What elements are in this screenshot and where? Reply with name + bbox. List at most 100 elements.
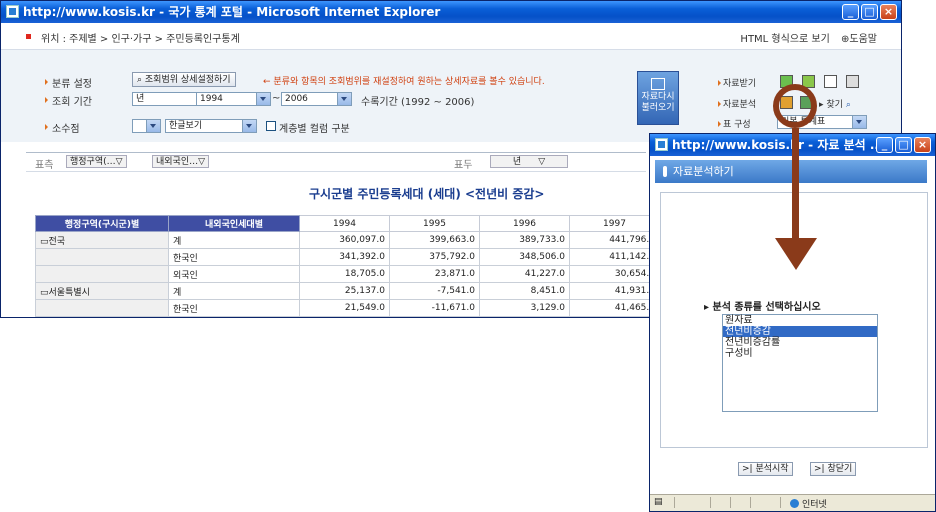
cell-nationality: 계 (168, 282, 300, 300)
table-row: ▭전국 계 360,097.0 399,663.0 389,733.0 441,796.0 (35, 231, 660, 249)
col-pivot-label: 표두 (454, 160, 473, 171)
header-bar-icon (663, 166, 667, 177)
view-mode-select[interactable]: 한글보기 (165, 119, 257, 133)
table-row: 외국인 18,705.0 23,871.0 41,227.0 30,654.0 (35, 265, 660, 283)
status-divider (674, 497, 675, 508)
popup-maximize-button[interactable]: □ (895, 137, 912, 153)
status-bar: ▤ 인터넷 (650, 494, 935, 511)
help-link[interactable]: ⊕도움말 (841, 34, 877, 45)
cell-value: 411,142.0 (569, 248, 660, 266)
analysis-type-listbox[interactable]: 원자료 전년비증감 전년비증감률 구성비 (722, 314, 878, 412)
listbox-option[interactable]: 전년비증감 (723, 326, 877, 337)
cell-value: 23,871.0 (389, 265, 480, 283)
col-chip-arrow: ▽ (538, 157, 546, 167)
cell-value: 348,506.0 (479, 248, 570, 266)
status-divider (730, 497, 731, 508)
bullet-arrow-icon (718, 101, 721, 107)
decimal-label: 소수점 (52, 124, 80, 135)
print-icon[interactable] (846, 75, 859, 88)
row-chip-region[interactable]: 행정구역(…▽ (66, 155, 127, 168)
cell-nationality: 한국인 (168, 299, 300, 317)
column-header-region[interactable]: 행정구역(구시군)별 (35, 215, 169, 232)
maximize-button[interactable]: □ (861, 4, 878, 20)
table-row: 한국인 21,549.0 -11,671.0 3,129.0 41,465.0 (35, 299, 660, 317)
cell-value: 341,392.0 (299, 248, 390, 266)
cell-value: 8,451.0 (479, 282, 570, 300)
period-from-select[interactable]: 1994 (196, 92, 271, 106)
bullet-arrow-icon (718, 121, 721, 127)
detail-range-button[interactable]: ⌕ 조회범위 상세설정하기 (132, 72, 236, 87)
minimize-button[interactable]: _ (842, 4, 859, 20)
cell-nationality: 계 (168, 231, 300, 249)
period-to-value: 2006 (285, 94, 308, 104)
bullet-arrow-icon (718, 80, 721, 86)
popup-close-button[interactable]: × (914, 137, 931, 153)
period-from-value: 1994 (200, 94, 223, 104)
classification-label: 분류 설정 (52, 79, 92, 90)
data-table: 행정구역(구시군)별 내외국인세대별 1994 1995 1996 1997 ▭… (35, 215, 660, 317)
close-window-button[interactable]: >| 창닫기 (810, 462, 857, 476)
cell-value: -7,541.0 (389, 282, 480, 300)
close-button[interactable]: × (880, 4, 897, 20)
cell-value: 360,097.0 (299, 231, 390, 249)
column-header-year[interactable]: 1995 (389, 215, 480, 232)
highlight-arrow-stem (792, 128, 799, 240)
period-to-select[interactable]: 2006 (281, 92, 352, 106)
cell-value: 441,796.0 (569, 231, 660, 249)
start-analysis-button[interactable]: >| 분석시작 (738, 462, 793, 476)
cell-value: 41,931.0 (569, 282, 660, 300)
find-link[interactable]: ▸ 찾기 ⌕ (819, 97, 851, 110)
ie-icon (655, 138, 668, 151)
popup-header-title: 자료분석하기 (673, 165, 734, 178)
cell-region (35, 299, 169, 317)
magnifier-icon: ⌕ (845, 100, 851, 110)
layout-label: 표 구성 (723, 120, 751, 130)
ie-icon (6, 5, 19, 18)
decimal-select[interactable] (132, 119, 161, 133)
start-analysis-label: 분석시작 (755, 464, 789, 474)
col-chip-year[interactable]: 년 ▽ (490, 155, 568, 168)
reload-data-button[interactable]: 자료다시 불러오기 (637, 71, 679, 125)
detail-note: ← 분류와 항목의 조회범위를 재설정하여 원하는 상세자료를 볼수 있습니다. (263, 77, 545, 87)
listbox-option[interactable]: 전년비증감률 (723, 337, 877, 348)
help-label: 도움말 (849, 34, 877, 45)
bullet-arrow-icon (45, 124, 48, 130)
html-view-link[interactable]: HTML 형식으로 보기 (740, 34, 829, 45)
period-info: 수록기간 (1992 ~ 2006) (361, 97, 475, 108)
highlight-arrow-head-icon (775, 238, 817, 270)
status-divider (750, 497, 751, 508)
data-download-link[interactable]: 자료받기 (723, 76, 756, 89)
column-header-nationality[interactable]: 내외국인세대별 (168, 215, 300, 232)
listbox-option[interactable]: 구성비 (723, 348, 877, 359)
status-divider (780, 497, 781, 508)
col-chip-label: 년 (512, 157, 522, 167)
page-icon: ▤ (654, 497, 663, 507)
row-chip-nationality[interactable]: 내외국인…▽ (152, 155, 210, 168)
table-title: 구시군별 주민등록세대 (세대) <전년비 증감> (309, 187, 545, 201)
row-pivot-label: 표측 (35, 160, 54, 171)
hierarchy-checkbox[interactable] (266, 121, 276, 131)
chevron-down-icon (256, 93, 270, 105)
period-unit-value: 년 (136, 94, 145, 104)
globe-icon (790, 499, 799, 508)
highlight-circle (773, 84, 817, 128)
data-analysis-link[interactable]: 자료분석 (723, 97, 756, 110)
query-control-panel: 분류 설정 ⌕ 조회범위 상세설정하기 ← 분류와 항목의 조회범위를 재설정하… (1, 50, 901, 142)
column-header-year[interactable]: 1997 (569, 215, 660, 232)
popup-minimize-button[interactable]: _ (876, 137, 893, 153)
analysis-prompt-text: 분석 종류를 선택하십시오 (712, 302, 821, 313)
cell-nationality: 외국인 (168, 265, 300, 283)
column-header-year[interactable]: 1996 (479, 215, 570, 232)
cell-value: 3,129.0 (479, 299, 570, 317)
column-header-year[interactable]: 1994 (299, 215, 390, 232)
cell-value: 389,733.0 (479, 231, 570, 249)
listbox-option[interactable]: 원자료 (723, 315, 877, 326)
chevron-down-icon (337, 93, 351, 105)
chevron-down-icon (852, 116, 866, 128)
internet-zone-label: 인터넷 (802, 500, 827, 510)
text-file-icon[interactable] (824, 75, 837, 88)
popup-window-title: http://www.kosis.kr - 자료 분석 ... (672, 138, 884, 152)
cell-region (35, 265, 169, 283)
analysis-prompt: ▸ 분석 종류를 선택하십시오 (704, 302, 821, 313)
cell-nationality: 한국인 (168, 248, 300, 266)
